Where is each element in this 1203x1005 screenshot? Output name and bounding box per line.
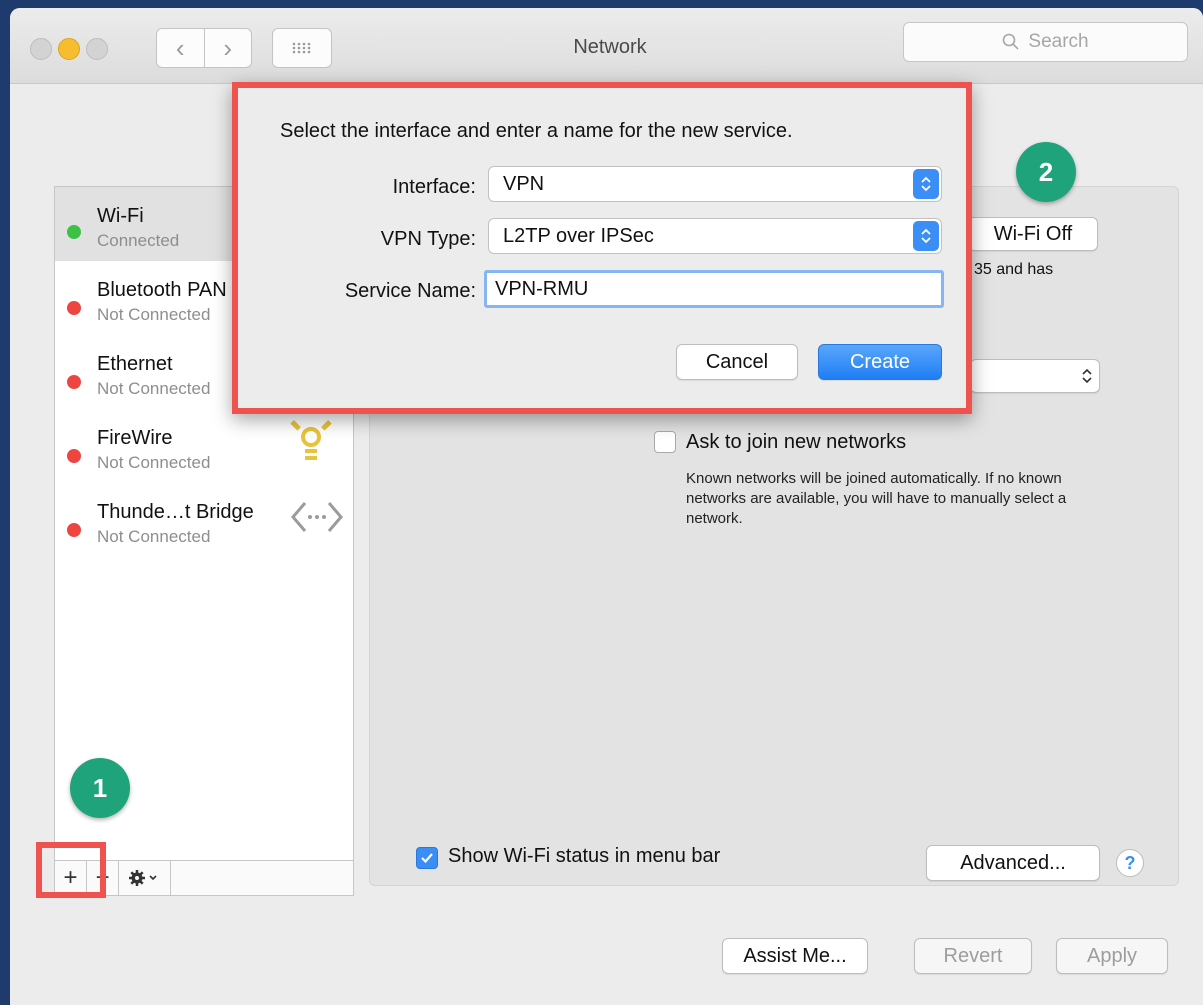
search-placeholder: Search [1028, 31, 1089, 52]
service-name: Thunde…t Bridge [97, 501, 254, 523]
forward-button[interactable]: › [203, 29, 252, 67]
apply-button[interactable]: Apply [1056, 938, 1168, 974]
assist-me-button[interactable]: Assist Me... [722, 938, 868, 974]
service-name-field[interactable]: VPN-RMU [484, 270, 944, 308]
help-button[interactable]: ? [1116, 849, 1144, 877]
create-button[interactable]: Create [818, 344, 942, 380]
back-button[interactable]: ‹ [157, 29, 204, 67]
ask-join-label: Ask to join new networks [686, 431, 907, 453]
add-service-button[interactable]: + [55, 861, 87, 895]
dialog-prompt: Select the interface and enter a name fo… [280, 120, 793, 142]
service-name-label: Service Name: [344, 280, 476, 302]
close-window-button[interactable] [30, 38, 52, 60]
search-input[interactable]: Search [903, 22, 1188, 62]
service-status: Not Connected [97, 527, 211, 546]
minimize-window-button[interactable] [58, 38, 80, 60]
status-dot [67, 375, 81, 389]
network-name-popup[interactable] [970, 359, 1100, 393]
checkmark-icon [421, 853, 433, 864]
service-name: Bluetooth PAN [97, 279, 227, 301]
window-title: Network [573, 36, 647, 58]
popup-arrows-icon [913, 169, 939, 199]
service-name: FireWire [97, 427, 173, 449]
bridge-icon [291, 502, 343, 532]
step-1-badge: 1 [70, 758, 130, 818]
zoom-window-button[interactable] [86, 38, 108, 60]
service-name-value: VPN-RMU [495, 277, 589, 300]
minus-icon: − [95, 864, 110, 891]
chevron-updown-icon [1082, 368, 1092, 384]
title-bar: ‹ › Network Search [10, 8, 1203, 84]
nav-buttons: ‹ › [156, 28, 252, 68]
plus-icon: + [63, 864, 78, 891]
ask-join-checkbox[interactable] [654, 431, 676, 453]
service-list-toolbar: + − [54, 860, 354, 896]
remove-service-button[interactable]: − [87, 861, 119, 895]
show-all-button[interactable] [272, 28, 332, 68]
service-actions-button[interactable] [119, 861, 171, 895]
new-service-dialog: Select the interface and enter a name fo… [232, 82, 972, 414]
gear-icon [128, 870, 157, 886]
cancel-button[interactable]: Cancel [676, 344, 798, 380]
status-dot [67, 225, 81, 239]
vpn-type-label: VPN Type: [380, 228, 476, 250]
show-wifi-status-label: Show Wi-Fi status in menu bar [448, 845, 721, 867]
status-dot [67, 301, 81, 315]
search-icon [1003, 33, 1019, 50]
status-dot [67, 449, 81, 463]
firewire-icon [290, 420, 332, 460]
service-status: Not Connected [97, 305, 211, 324]
interface-label: Interface: [392, 176, 476, 198]
chevron-right-icon: › [223, 32, 233, 63]
turn-wifi-off-button[interactable]: Wi-Fi Off [968, 217, 1098, 251]
popup-arrows-icon [913, 221, 939, 251]
revert-button[interactable]: Revert [914, 938, 1032, 974]
service-status: Connected [97, 231, 180, 250]
service-name: Wi-Fi [97, 205, 144, 227]
wifi-status-text: 35 and has [974, 261, 1054, 278]
service-item-firewire[interactable]: FireWire Not Connected [55, 409, 353, 483]
interface-popup[interactable]: VPN [488, 166, 942, 202]
status-dot [67, 523, 81, 537]
service-name: Ethernet [97, 353, 173, 375]
grid-icon [292, 42, 311, 54]
service-status: Not Connected [97, 453, 211, 472]
vpn-type-popup[interactable]: L2TP over IPSec [488, 218, 942, 254]
show-wifi-status-checkbox[interactable] [416, 847, 438, 869]
chevron-left-icon: ‹ [175, 32, 185, 63]
service-status: Not Connected [97, 379, 211, 398]
interface-value: VPN [503, 172, 545, 195]
vpn-type-value: L2TP over IPSec [503, 224, 654, 247]
ask-join-help: Known networks will be joined automatica… [686, 470, 1067, 527]
advanced-button[interactable]: Advanced... [926, 845, 1100, 881]
step-2-badge: 2 [1016, 142, 1076, 202]
service-item-thunderbolt-bridge[interactable]: Thunde…t Bridge Not Connected [55, 483, 353, 557]
